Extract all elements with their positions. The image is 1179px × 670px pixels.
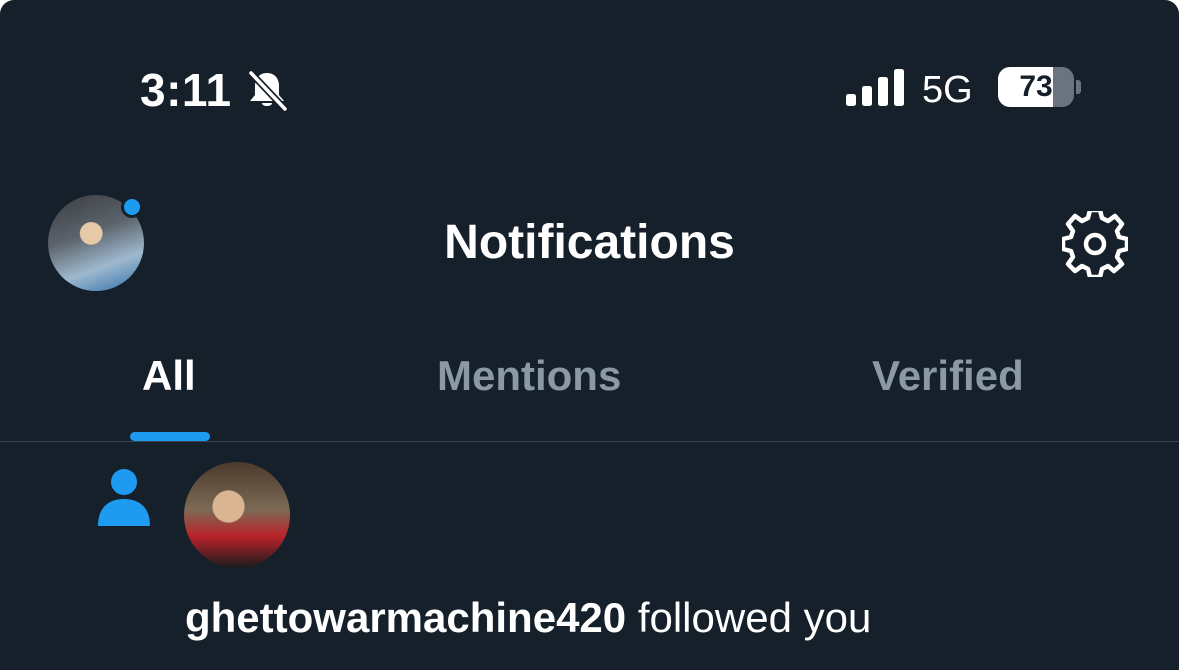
tab-mentions[interactable]: Mentions — [437, 350, 621, 402]
notification-username[interactable]: ghettowarmachine420 — [185, 594, 626, 641]
follower-avatar[interactable] — [184, 462, 290, 568]
tab-verified[interactable]: Verified — [872, 350, 1024, 402]
battery-icon: 73 — [998, 67, 1084, 109]
cellular-signal-icon — [846, 69, 904, 106]
bell-slash-icon — [248, 70, 288, 111]
tab-all[interactable]: All — [142, 350, 196, 402]
tabs-divider — [0, 441, 1179, 442]
battery-cap — [1076, 80, 1081, 94]
network-type: 5G — [922, 69, 973, 111]
status-time: 3:11 — [140, 64, 232, 116]
settings-gear-icon[interactable] — [1062, 211, 1128, 277]
notifications-screen: 3:11 5G 73 Notifications All Mentions Ve… — [0, 0, 1179, 670]
notification-text: ghettowarmachine420 followed you — [185, 592, 871, 644]
person-icon — [98, 469, 150, 526]
active-tab-indicator — [130, 432, 210, 441]
page-title: Notifications — [444, 216, 735, 269]
battery-level: 73 — [1019, 70, 1053, 103]
notification-action: followed you — [637, 594, 872, 641]
